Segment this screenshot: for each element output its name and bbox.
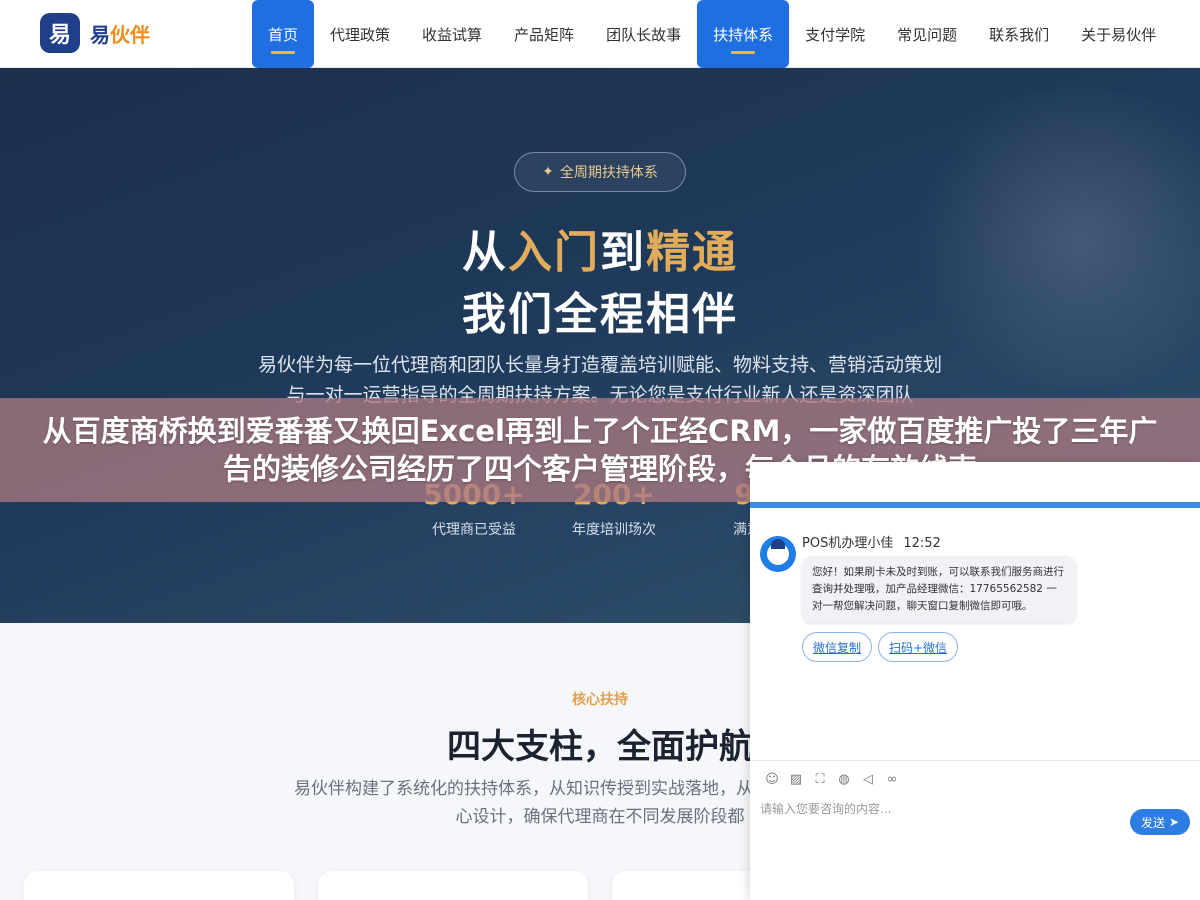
emoji-icon[interactable]: ☺ bbox=[760, 770, 784, 788]
hero-title-line2: 我们全程相伴 bbox=[462, 289, 738, 340]
wechat-icon[interactable]: ◍ bbox=[832, 770, 856, 788]
nav-item-contact[interactable]: 联系我们 bbox=[973, 0, 1065, 68]
logo-mark: 易 bbox=[40, 13, 80, 53]
screenshot-icon[interactable]: ⛶ bbox=[808, 770, 832, 788]
nav-item-home[interactable]: 首页 bbox=[252, 0, 315, 68]
send-button[interactable]: 发送 ➤ bbox=[1130, 809, 1190, 835]
agent-face-icon bbox=[767, 539, 789, 565]
nav-item-calculator[interactable]: 收益试算 bbox=[406, 0, 498, 68]
nav-item-about[interactable]: 关于易伙伴 bbox=[1065, 0, 1172, 68]
chat-header-bar bbox=[750, 502, 1200, 508]
top-nav: 易 易伙伴 首页 代理政策 收益试算 产品矩阵 团队长故事 扶持体系 支付学院 … bbox=[0, 0, 1200, 68]
image-icon[interactable]: ▨ bbox=[784, 770, 808, 788]
logo-text: 易伙伴 bbox=[90, 22, 150, 47]
nav-item-faq[interactable]: 常见问题 bbox=[881, 0, 973, 68]
hero-title-line1: 从入门到精通 bbox=[462, 227, 738, 278]
voice-icon[interactable]: ◁ bbox=[856, 770, 880, 788]
stat-label: 代理商已受益 bbox=[432, 522, 516, 538]
nav-menu: 首页 代理政策 收益试算 产品矩阵 团队长故事 扶持体系 支付学院 常见问题 联… bbox=[252, 0, 1172, 68]
nav-item-policy[interactable]: 代理政策 bbox=[314, 0, 406, 68]
pillar-card[interactable] bbox=[318, 871, 588, 900]
logo[interactable]: 易 易伙伴 bbox=[40, 13, 150, 53]
copy-wechat-button[interactable]: 微信复制 bbox=[802, 632, 873, 662]
sparkle-icon: ✦ bbox=[542, 164, 554, 180]
chat-divider bbox=[750, 760, 1200, 761]
nav-item-academy[interactable]: 支付学院 bbox=[789, 0, 881, 68]
maximize-icon[interactable]: ▢ bbox=[1176, 464, 1190, 482]
agent-meta: POS机办理小佳 12:52 bbox=[802, 532, 941, 551]
chat-input[interactable]: 请输入您要咨询的内容... bbox=[760, 800, 1120, 817]
message-time: 12:52 bbox=[903, 536, 941, 551]
send-icon: ➤ bbox=[1168, 815, 1180, 829]
hero-badge: ✦ 全周期扶持体系 bbox=[514, 152, 686, 192]
chat-widget: — ▢ POS机办理小佳 12:52 您好！如果刷卡未及时到账，可以联系我们服务商… bbox=[750, 462, 1200, 900]
send-label: 发送 bbox=[1140, 815, 1165, 830]
hero-badge-label: 全周期扶持体系 bbox=[559, 165, 658, 181]
nav-item-products[interactable]: 产品矩阵 bbox=[498, 0, 590, 68]
pillar-card[interactable] bbox=[24, 871, 294, 900]
link-icon[interactable]: ∞ bbox=[880, 770, 904, 788]
agent-name: POS机办理小佳 bbox=[802, 536, 894, 551]
stat-label: 年度培训场次 bbox=[572, 522, 656, 538]
nav-item-support[interactable]: 扶持体系 bbox=[697, 0, 790, 68]
agent-avatar bbox=[760, 536, 796, 572]
chat-toolbar: ☺ ▨ ⛶ ◍ ◁ ∞ bbox=[760, 770, 904, 788]
agent-message: 您好！如果刷卡未及时到账，可以联系我们服务商进行查询并处理哦，加产品经理微信：1… bbox=[802, 556, 1076, 623]
minimize-icon[interactable]: — bbox=[1150, 464, 1165, 482]
nav-item-stories[interactable]: 团队长故事 bbox=[590, 0, 697, 68]
scan-wechat-button[interactable]: 扫码+微信 bbox=[878, 632, 959, 662]
